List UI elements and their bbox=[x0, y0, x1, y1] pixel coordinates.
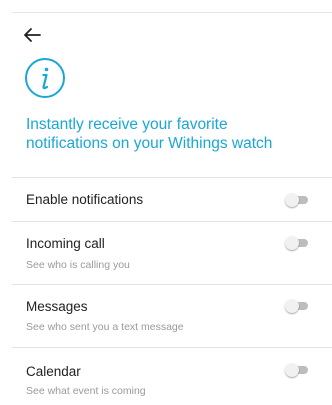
intro-line-1: Instantly receive your favorite bbox=[26, 116, 228, 133]
setting-row-messages[interactable]: Messages See who sent you a text message bbox=[0, 284, 332, 347]
calendar-toggle[interactable] bbox=[285, 363, 309, 377]
toggle-thumb bbox=[285, 363, 299, 377]
intro-line-2: notifications on your Withings watch bbox=[26, 135, 273, 152]
setting-row-enable-notifications[interactable]: Enable notifications bbox=[0, 177, 332, 221]
back-button[interactable] bbox=[22, 26, 42, 44]
toggle-thumb bbox=[285, 299, 299, 313]
setting-title: Messages bbox=[26, 299, 88, 314]
toggle-thumb bbox=[285, 236, 299, 250]
setting-title: Enable notifications bbox=[26, 192, 144, 207]
setting-subtitle: See who is calling you bbox=[26, 259, 130, 271]
setting-title: Incoming call bbox=[26, 236, 105, 251]
setting-subtitle: See what event is coming bbox=[26, 385, 146, 397]
incoming-call-toggle[interactable] bbox=[285, 236, 309, 250]
info-icon bbox=[24, 57, 66, 99]
setting-row-incoming-call[interactable]: Incoming call See who is calling you bbox=[0, 221, 332, 284]
messages-toggle[interactable] bbox=[285, 299, 309, 313]
intro-headline: Instantly receive your favorite notifica… bbox=[26, 115, 322, 153]
setting-title: Calendar bbox=[26, 364, 81, 379]
setting-subtitle: See who sent you a text message bbox=[26, 321, 184, 333]
arrow-left-icon bbox=[24, 28, 41, 42]
enable-notifications-toggle[interactable] bbox=[285, 193, 309, 207]
top-divider bbox=[12, 12, 332, 13]
setting-row-calendar[interactable]: Calendar See what event is coming bbox=[0, 347, 332, 405]
toggle-thumb bbox=[285, 193, 299, 207]
